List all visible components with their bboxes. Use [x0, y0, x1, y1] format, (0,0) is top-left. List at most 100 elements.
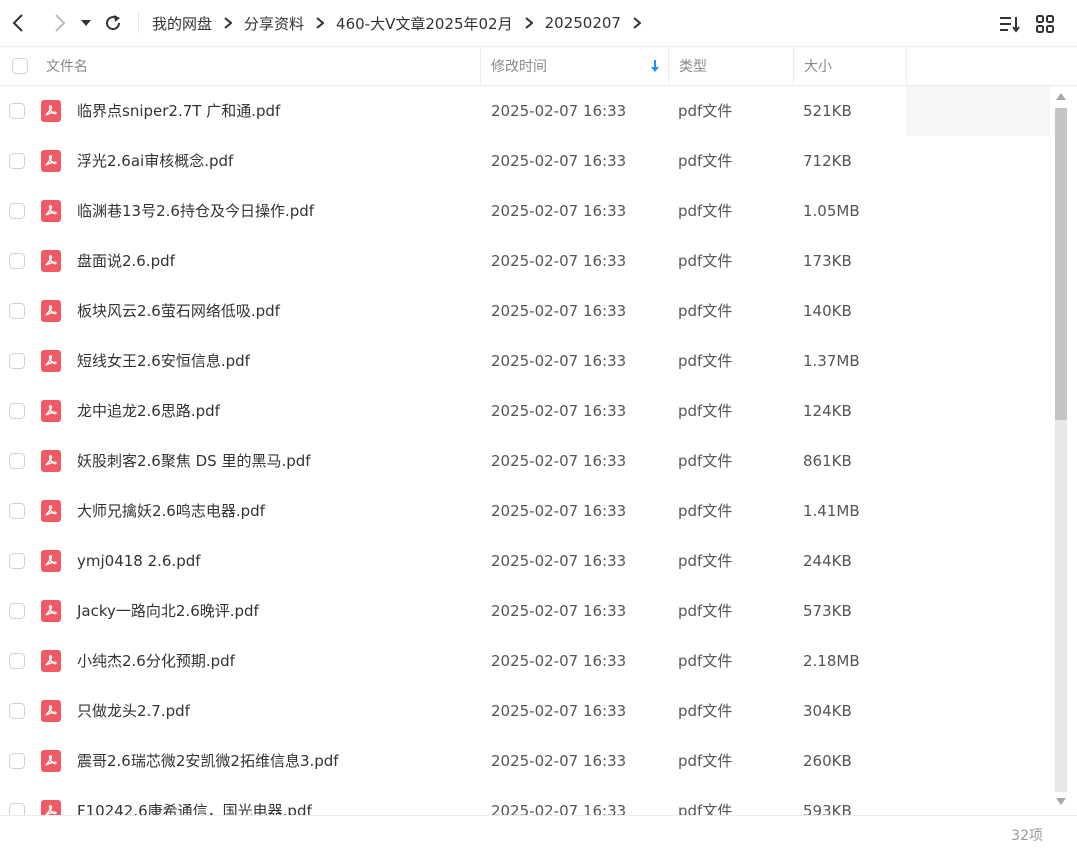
file-name[interactable]: F10242.6康希通信，国光电器.pdf: [77, 786, 312, 816]
row-checkbox[interactable]: [9, 703, 25, 719]
file-row[interactable]: 临渊巷13号2.6持仓及今日操作.pdf 2025-02-07 16:33 pdf文…: [0, 186, 1050, 236]
grid-view-icon: [1036, 15, 1054, 33]
file-size: 1.37MB: [803, 352, 860, 370]
file-row[interactable]: ymj0418 2.6.pdf 2025-02-07 16:33 pdf文件 244K…: [0, 536, 1050, 586]
file-row[interactable]: F10242.6康希通信，国光电器.pdf 2025-02-07 16:33 pdf…: [0, 786, 1050, 816]
file-name[interactable]: 临界点sniper2.7T 广和通.pdf: [77, 86, 280, 136]
column-divider: [668, 47, 669, 85]
row-checkbox[interactable]: [9, 303, 25, 319]
file-row[interactable]: 短线女王2.6安恒信息.pdf 2025-02-07 16:33 pdf文件 1.37…: [0, 336, 1050, 386]
file-modified: 2025-02-07 16:33: [491, 552, 627, 570]
breadcrumb-item-my-drive[interactable]: 我的网盘: [152, 13, 212, 34]
file-row[interactable]: 浮光2.6ai审核概念.pdf 2025-02-07 16:33 pdf文件 712K…: [0, 136, 1050, 186]
breadcrumb: 我的网盘 分享资料 460-大V文章2025年02月 20250207: [152, 0, 653, 46]
file-size: 861KB: [803, 452, 852, 470]
file-list: 临界点sniper2.7T 广和通.pdf 2025-02-07 16:33 pdf…: [0, 86, 1050, 816]
file-size: 304KB: [803, 702, 852, 720]
file-size: 173KB: [803, 252, 852, 270]
breadcrumb-expand-icon[interactable]: [633, 17, 641, 29]
row-checkbox[interactable]: [9, 253, 25, 269]
file-modified: 2025-02-07 16:33: [491, 752, 627, 770]
file-name[interactable]: 临渊巷13号2.6持仓及今日操作.pdf: [77, 186, 314, 236]
row-checkbox[interactable]: [9, 603, 25, 619]
arrow-down-icon: [651, 60, 659, 72]
row-checkbox[interactable]: [9, 153, 25, 169]
file-row[interactable]: 板块风云2.6萤石网络低吸.pdf 2025-02-07 16:33 pdf文件 14…: [0, 286, 1050, 336]
file-type: pdf文件: [678, 152, 733, 170]
file-size: 140KB: [803, 302, 852, 320]
history-dropdown-button[interactable]: [76, 9, 96, 37]
file-modified: 2025-02-07 16:33: [491, 802, 627, 816]
file-name[interactable]: 小纯杰2.6分化预期.pdf: [77, 636, 235, 686]
column-header-name[interactable]: 文件名: [46, 47, 88, 85]
row-checkbox[interactable]: [9, 353, 25, 369]
file-row[interactable]: 只做龙头2.7.pdf 2025-02-07 16:33 pdf文件 304KB: [0, 686, 1050, 736]
file-row[interactable]: Jacky一路向北2.6晚评.pdf 2025-02-07 16:33 pdf文件 5…: [0, 586, 1050, 636]
column-header-type[interactable]: 类型: [679, 47, 707, 85]
scroll-up-arrow-icon[interactable]: [1055, 92, 1067, 101]
file-row[interactable]: 妖股刺客2.6聚焦 DS 里的黑马.pdf 2025-02-07 16:33 pdf…: [0, 436, 1050, 486]
file-name[interactable]: 浮光2.6ai审核概念.pdf: [77, 136, 233, 186]
row-checkbox[interactable]: [9, 653, 25, 669]
file-type: pdf文件: [678, 752, 733, 770]
grid-view-button[interactable]: [1033, 12, 1057, 36]
file-row[interactable]: 盘面说2.6.pdf 2025-02-07 16:33 pdf文件 173KB: [0, 236, 1050, 286]
row-checkbox[interactable]: [9, 453, 25, 469]
file-size: 124KB: [803, 402, 852, 420]
row-checkbox[interactable]: [9, 753, 25, 769]
pdf-icon: [41, 150, 61, 172]
file-name[interactable]: 妖股刺客2.6聚焦 DS 里的黑马.pdf: [77, 436, 311, 486]
scrollbar-track-lower[interactable]: [1055, 420, 1067, 792]
file-size: 244KB: [803, 552, 852, 570]
file-row[interactable]: 小纯杰2.6分化预期.pdf 2025-02-07 16:33 pdf文件 2.18M…: [0, 636, 1050, 686]
column-header-modified-label: 修改时间: [491, 59, 547, 75]
item-count: 32项: [1011, 828, 1043, 844]
breadcrumb-item-current[interactable]: 20250207: [545, 14, 621, 32]
row-checkbox[interactable]: [9, 403, 25, 419]
chevron-right-icon: [55, 14, 66, 32]
column-header-size[interactable]: 大小: [804, 47, 832, 85]
file-name[interactable]: 短线女王2.6安恒信息.pdf: [77, 336, 250, 386]
file-type: pdf文件: [678, 602, 733, 620]
breadcrumb-separator-icon: [224, 17, 233, 29]
pdf-icon: [41, 450, 61, 472]
file-row[interactable]: 震哥2.6瑞芯微2安凯微2拓维信息3.pdf 2025-02-07 16:33 pd…: [0, 736, 1050, 786]
file-size: 712KB: [803, 152, 852, 170]
file-type: pdf文件: [678, 552, 733, 570]
refresh-button[interactable]: [100, 9, 126, 37]
breadcrumb-item-shared[interactable]: 分享资料: [244, 13, 304, 34]
file-name[interactable]: 震哥2.6瑞芯微2安凯微2拓维信息3.pdf: [77, 736, 339, 786]
sort-button[interactable]: [998, 12, 1022, 36]
file-name[interactable]: ymj0418 2.6.pdf: [77, 536, 201, 586]
file-size: 573KB: [803, 602, 852, 620]
file-row[interactable]: 临界点sniper2.7T 广和通.pdf 2025-02-07 16:33 pdf…: [0, 86, 1050, 136]
select-all-checkbox[interactable]: [12, 47, 28, 85]
row-checkbox[interactable]: [9, 553, 25, 569]
file-type: pdf文件: [678, 502, 733, 520]
pdf-icon: [41, 650, 61, 672]
file-name[interactable]: 只做龙头2.7.pdf: [77, 686, 190, 736]
breadcrumb-item-folder[interactable]: 460-大V文章2025年02月: [336, 13, 513, 34]
file-row[interactable]: 大师兄擒妖2.6鸣志电器.pdf 2025-02-07 16:33 pdf文件 1.4…: [0, 486, 1050, 536]
row-checkbox[interactable]: [9, 103, 25, 119]
file-modified: 2025-02-07 16:33: [491, 702, 627, 720]
row-checkbox[interactable]: [9, 203, 25, 219]
column-header-modified[interactable]: 修改时间: [491, 47, 667, 85]
row-hover-highlight: [906, 86, 1050, 136]
row-checkbox[interactable]: [9, 503, 25, 519]
file-name[interactable]: 龙中追龙2.6思路.pdf: [77, 386, 220, 436]
forward-button[interactable]: [46, 9, 72, 37]
pdf-icon: [41, 750, 61, 772]
file-type: pdf文件: [678, 352, 733, 370]
scroll-down-arrow-icon[interactable]: [1055, 797, 1067, 806]
file-name[interactable]: 大师兄擒妖2.6鸣志电器.pdf: [77, 486, 265, 536]
file-name[interactable]: 板块风云2.6萤石网络低吸.pdf: [77, 286, 280, 336]
toolbar-divider: [138, 11, 139, 33]
pdf-icon: [41, 350, 61, 372]
file-modified: 2025-02-07 16:33: [491, 652, 627, 670]
back-button[interactable]: [6, 9, 32, 37]
scrollbar-thumb[interactable]: [1055, 108, 1067, 420]
file-row[interactable]: 龙中追龙2.6思路.pdf 2025-02-07 16:33 pdf文件 124KB: [0, 386, 1050, 436]
file-name[interactable]: Jacky一路向北2.6晚评.pdf: [77, 586, 259, 636]
file-name[interactable]: 盘面说2.6.pdf: [77, 236, 175, 286]
